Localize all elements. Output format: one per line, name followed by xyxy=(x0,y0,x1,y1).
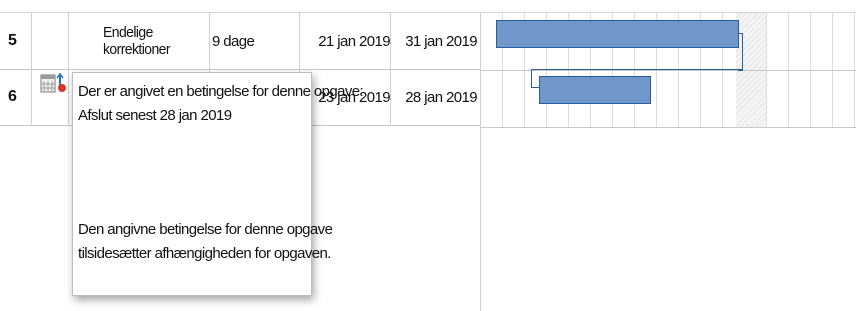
gantt-bar[interactable] xyxy=(496,20,739,48)
tooltip-text: Den angivne betingelse for denne opgave xyxy=(78,221,333,238)
task-start[interactable]: 21 jan 2019 xyxy=(300,13,390,69)
tooltip-text: Der er angivet en betingelse for denne o… xyxy=(78,83,364,100)
gantt-chart[interactable] xyxy=(481,0,856,311)
column-divider xyxy=(31,12,32,126)
task-row[interactable]: 5 Endelige korrektioner 9 dage 21 jan 20… xyxy=(0,12,480,70)
constraint-tooltip: Der er angivet en betingelse for denne o… xyxy=(72,72,364,296)
dependency-arrow xyxy=(531,87,539,88)
task-id: 6 xyxy=(8,88,17,105)
task-id: 5 xyxy=(8,32,17,49)
column-divider xyxy=(68,12,69,126)
task-finish[interactable]: 28 jan 2019 xyxy=(392,69,477,125)
task-finish[interactable]: 31 jan 2019 xyxy=(392,13,477,69)
gantt-bar[interactable] xyxy=(539,76,651,104)
task-duration[interactable]: 9 dage xyxy=(212,13,255,69)
dependency-link xyxy=(738,33,743,71)
column-divider xyxy=(390,12,391,126)
task-name[interactable]: Endelige korrektioner xyxy=(103,13,201,69)
tooltip-text: tilsidesætter afhængigheden for opgaven. xyxy=(78,245,331,262)
tooltip-text: Afslut senest 28 jan 2019 xyxy=(78,107,232,124)
calendar-constraint-icon[interactable] xyxy=(40,72,72,96)
